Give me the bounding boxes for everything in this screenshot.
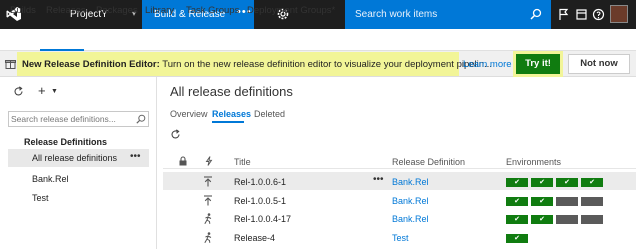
environment-succeeded-badge[interactable]: ✔ xyxy=(531,178,553,187)
release-definition-link[interactable]: Bank.Rel xyxy=(392,196,429,206)
sub-navigation xyxy=(0,29,636,51)
environment-not-deployed-badge[interactable] xyxy=(556,197,578,206)
banner-bold-text: New Release Definition Editor: xyxy=(22,59,160,70)
environment-succeeded-badge[interactable]: ✔ xyxy=(556,178,578,187)
environment-succeeded-badge[interactable]: ✔ xyxy=(506,215,528,224)
more-options-button[interactable]: ••• xyxy=(130,151,141,162)
active-tab-indicator xyxy=(212,121,244,123)
environment-succeeded-badge[interactable]: ✔ xyxy=(531,197,553,206)
environment-succeeded-badge[interactable]: ✔ xyxy=(581,178,603,187)
tab-overview[interactable]: Overview xyxy=(170,109,208,119)
left-item-all-release-definitions[interactable]: All release definitions xyxy=(32,153,117,163)
release-definition-link[interactable]: Test xyxy=(392,233,409,243)
deploy-arrow-icon xyxy=(203,195,213,206)
release-definitions-heading: Release Definitions xyxy=(24,137,108,147)
release-title[interactable]: Release-4 xyxy=(234,233,275,243)
search-input[interactable]: Search work items xyxy=(355,9,437,20)
subnav-deployment-groups[interactable]: Deployment Groups* xyxy=(247,5,335,16)
environment-not-deployed-badge[interactable] xyxy=(581,197,603,206)
column-header-environments[interactable]: Environments xyxy=(506,157,561,167)
column-header-release-definition[interactable]: Release Definition xyxy=(392,157,465,167)
release-title[interactable]: Rel-1.0.0.6-1 xyxy=(234,177,286,187)
release-definition-link[interactable]: Bank.Rel xyxy=(392,177,429,187)
chevron-down-icon[interactable]: ▼ xyxy=(51,88,58,95)
lightning-icon xyxy=(205,156,213,166)
header-divider xyxy=(163,168,636,169)
banner-message: New Release Definition Editor: Turn on t… xyxy=(22,59,492,70)
person-run-icon xyxy=(203,213,213,225)
release-title[interactable]: Rel-1.0.0.4-17 xyxy=(234,214,291,224)
left-item-bank-rel[interactable]: Bank.Rel xyxy=(32,174,69,184)
left-item-test[interactable]: Test xyxy=(32,193,49,203)
banner-body-text: Turn on the new release definition edito… xyxy=(159,59,492,70)
marketplace-icon[interactable] xyxy=(575,8,588,21)
search-icon[interactable] xyxy=(136,114,146,124)
environment-not-deployed-badge[interactable] xyxy=(556,215,578,224)
add-icon[interactable]: + xyxy=(38,83,46,98)
search-input[interactable]: Search release definitions... xyxy=(11,114,116,124)
page-title: All release definitions xyxy=(170,84,293,99)
learn-more-link[interactable]: Learn more xyxy=(463,59,512,70)
subnav-releases[interactable]: Releases xyxy=(46,5,86,16)
row-more-options-button[interactable]: ••• xyxy=(373,174,384,185)
gift-icon xyxy=(5,60,16,69)
column-header-title[interactable]: Title xyxy=(234,157,251,167)
lock-icon xyxy=(179,156,187,166)
search-icon[interactable] xyxy=(530,8,542,20)
environment-succeeded-badge[interactable]: ✔ xyxy=(506,178,528,187)
release-definition-link[interactable]: Bank.Rel xyxy=(392,214,429,224)
tab-releases[interactable]: Releases xyxy=(212,109,251,119)
deploy-arrow-icon xyxy=(203,176,213,187)
subnav-packages[interactable]: Packages xyxy=(96,5,138,16)
release-title[interactable]: Rel-1.0.0.5-1 xyxy=(234,196,286,206)
subnav-builds[interactable]: Builds xyxy=(10,5,36,16)
flag-icon[interactable] xyxy=(557,8,570,21)
tab-deleted[interactable]: Deleted xyxy=(254,109,285,119)
try-it-button[interactable]: Try it! xyxy=(516,54,560,74)
environment-succeeded-badge[interactable]: ✔ xyxy=(531,215,553,224)
person-run-icon xyxy=(203,232,213,244)
refresh-icon[interactable] xyxy=(13,86,24,97)
environment-succeeded-badge[interactable]: ✔ xyxy=(506,234,528,243)
subnav-task-groups[interactable]: Task Groups xyxy=(186,5,239,16)
not-now-button[interactable]: Not now xyxy=(568,54,630,74)
help-icon[interactable] xyxy=(592,8,605,21)
environment-succeeded-badge[interactable]: ✔ xyxy=(506,197,528,206)
environment-not-deployed-badge[interactable] xyxy=(581,215,603,224)
refresh-icon[interactable] xyxy=(170,129,181,140)
avatar[interactable] xyxy=(610,5,628,23)
subnav-library[interactable]: Library xyxy=(145,5,174,16)
